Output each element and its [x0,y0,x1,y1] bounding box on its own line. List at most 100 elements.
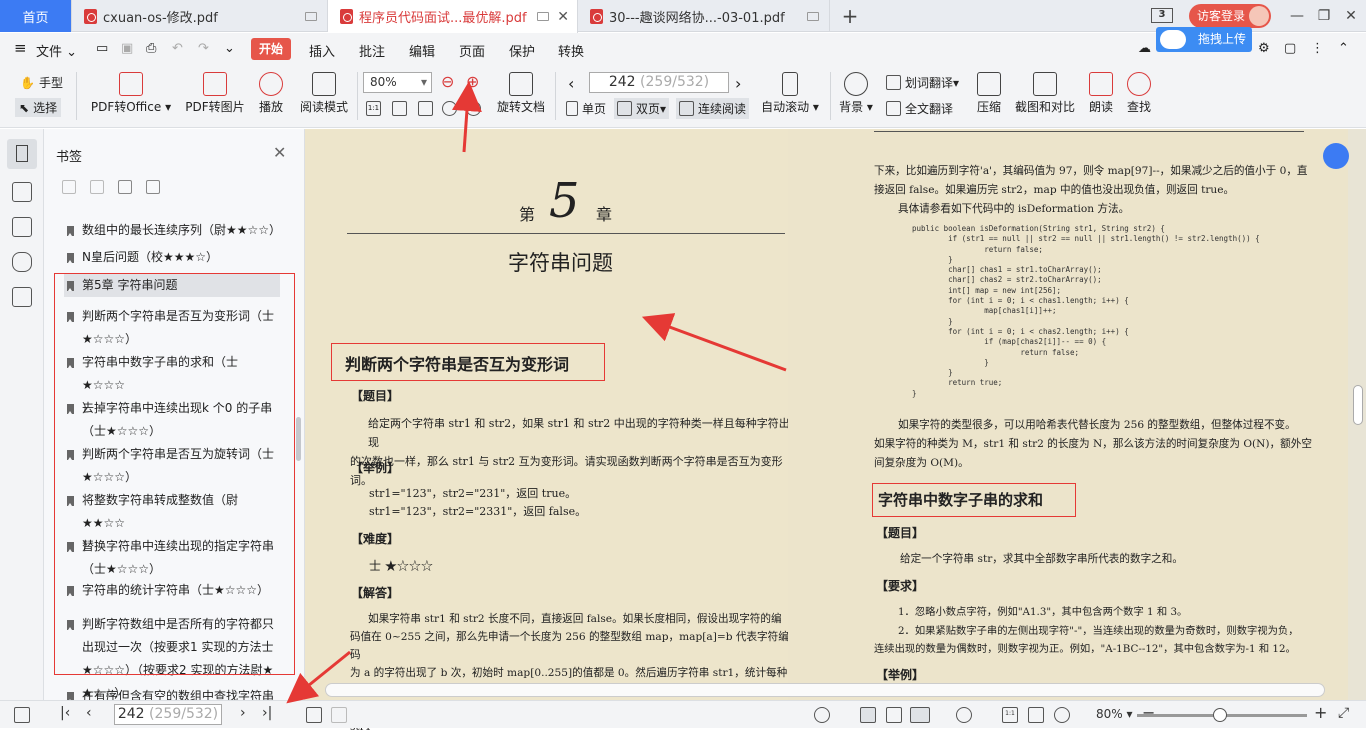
continuous-read-button[interactable]: 连续阅读 [676,98,750,119]
remove-bookmark-icon[interactable] [90,180,104,194]
bookmark-add-icon[interactable] [118,180,132,194]
zoom-in-icon[interactable]: + [1314,703,1327,722]
compress-button[interactable]: 压缩 [974,72,1004,115]
bookmark-scrollbar[interactable] [296,417,301,461]
zoom-in-icon[interactable]: ⊕ [466,72,479,91]
tab-document-1[interactable]: cxuan-os-修改.pdf [72,0,328,32]
double-view-icon[interactable] [910,707,930,723]
more-icon[interactable]: ⋮ [1311,41,1324,56]
screenshot-compare-button[interactable]: 截图和对比 [1013,72,1077,115]
back-icon[interactable] [306,707,322,723]
redo-icon[interactable]: ↷ [198,41,209,56]
continuous-view-icon[interactable] [860,707,876,723]
toggle-sidebar-icon[interactable] [14,707,30,723]
zoom-out-icon[interactable]: − [1142,703,1155,722]
next-page-icon[interactable]: › [735,74,741,93]
restore-icon[interactable]: ❐ [1314,6,1334,26]
fit-page-icon[interactable] [392,101,411,116]
actual-size-icon[interactable]: 1:1 [366,101,385,116]
more-dropdown-icon[interactable]: ⌄ [224,41,235,56]
bookmark-item[interactable]: 数组中的最长连续序列（尉★★☆☆） [64,219,281,242]
screen-icon[interactable] [305,11,317,21]
menu-protect[interactable]: 保护 [509,41,535,60]
bookmark-outline-icon[interactable] [146,180,160,194]
find-button[interactable]: 查找 [1124,72,1154,115]
tab-home[interactable]: 首页 [0,0,72,32]
read-mode-button[interactable]: 阅读模式 [297,72,351,115]
page-number-input[interactable]: 242 (259/532) [589,72,729,93]
vertical-scrollbar-thumb[interactable] [1353,385,1363,425]
prev-page-icon[interactable]: ‹ [86,705,92,721]
menu-insert[interactable]: 插入 [309,41,335,60]
status-page-input[interactable]: 242 (259/532) [114,704,222,725]
bookmark-item[interactable]: N皇后问题（校★★★☆） [64,246,280,269]
hand-tool[interactable]: ✋ 手型 [20,74,63,91]
add-tab-button[interactable]: + [838,4,862,28]
hamburger-icon[interactable]: ≡ [14,39,27,57]
forward-icon[interactable] [331,707,347,723]
save-icon[interactable]: ▣ [121,41,133,56]
fullscreen-icon[interactable]: ⤢ [1338,705,1349,721]
collapse-ribbon-icon[interactable]: ⌃ [1338,41,1349,56]
menu-start[interactable]: 开始 [251,38,292,60]
full-translate-button[interactable]: 全文翻译 [886,100,953,117]
background-button[interactable]: 背景 ▾ [838,72,874,115]
window-count-icon[interactable]: 3 [1151,8,1173,23]
cloud-icon[interactable]: ☁ [1138,41,1151,56]
screen-icon[interactable] [807,11,819,21]
guest-login-button[interactable]: 访客登录 [1189,4,1271,28]
eye-protect-icon[interactable] [814,707,830,723]
rotate-left-icon[interactable] [442,101,461,116]
floating-tool-icon[interactable] [1323,143,1349,169]
read-aloud-button[interactable]: 朗读 [1086,72,1116,115]
bookmark-panel-button[interactable] [7,139,37,169]
minimize-icon[interactable]: — [1287,6,1307,26]
screen-icon[interactable] [537,12,550,21]
signature-icon[interactable] [12,287,32,307]
first-page-icon[interactable]: |‹ [60,705,70,721]
close-window-icon[interactable]: ✕ [1341,6,1361,26]
message-icon[interactable]: ▢ [1284,41,1296,56]
zoom-out-icon[interactable]: ⊖ [441,72,454,91]
open-folder-icon[interactable]: ▭ [96,41,108,56]
select-tool[interactable]: ⬉ 选择 [15,98,62,117]
auto-scroll-button[interactable]: 自动滚动 ▾ [760,72,820,115]
horizontal-scrollbar[interactable] [325,683,1325,697]
actual-size-icon[interactable]: 1:1 [1002,707,1018,723]
zoom-select[interactable]: 80% ▾ [363,72,432,93]
menu-convert[interactable]: 转换 [558,41,584,60]
pdf-to-image-button[interactable]: PDF转图片 [183,72,247,115]
print-icon[interactable]: ⎙ [146,41,156,56]
upload-button[interactable]: 拖拽上传 [1156,27,1252,52]
comment-icon[interactable] [12,217,32,237]
rotate-right-icon[interactable] [466,101,485,116]
pdf-to-office-button[interactable]: PDF转Office ▾ [90,72,172,115]
settings-icon[interactable]: ⚙ [1258,41,1270,56]
last-page-icon[interactable]: ›| [262,705,272,721]
close-tab-icon[interactable]: ✕ [557,9,569,25]
thumbnail-icon[interactable] [12,182,32,202]
add-bookmark-icon[interactable] [62,180,76,194]
rotate-document-button[interactable]: 旋转文档 [495,72,547,115]
undo-icon[interactable]: ↶ [172,41,183,56]
fit-page-icon[interactable] [1028,707,1044,723]
menu-edit[interactable]: 编辑 [409,41,435,60]
rotate-icon[interactable] [1054,707,1070,723]
close-panel-icon[interactable]: ✕ [273,143,286,162]
single-page-button[interactable]: 单页 [566,100,606,117]
menu-page[interactable]: 页面 [459,41,485,60]
word-translate-button[interactable]: 划词翻译 ▾ [886,74,959,91]
fit-width-icon[interactable] [418,101,437,116]
double-page-button[interactable]: 双页 ▾ [614,98,670,119]
zoom-slider-knob[interactable] [1213,708,1227,722]
play-icon[interactable] [956,707,972,723]
menu-file[interactable]: 文件 ⌄ [36,41,77,60]
tab-document-3[interactable]: 30---趣谈网络协...-03-01.pdf [578,0,830,32]
menu-annotate[interactable]: 批注 [359,41,385,60]
attachment-icon[interactable] [12,252,32,272]
prev-page-icon[interactable]: ‹ [568,74,574,93]
tab-document-active[interactable]: 程序员代码面试...最优解.pdf ✕ [328,0,578,33]
play-button[interactable]: 播放 [255,72,287,115]
next-page-icon[interactable]: › [240,705,246,721]
zoom-level[interactable]: 80% ▾ [1096,707,1133,721]
